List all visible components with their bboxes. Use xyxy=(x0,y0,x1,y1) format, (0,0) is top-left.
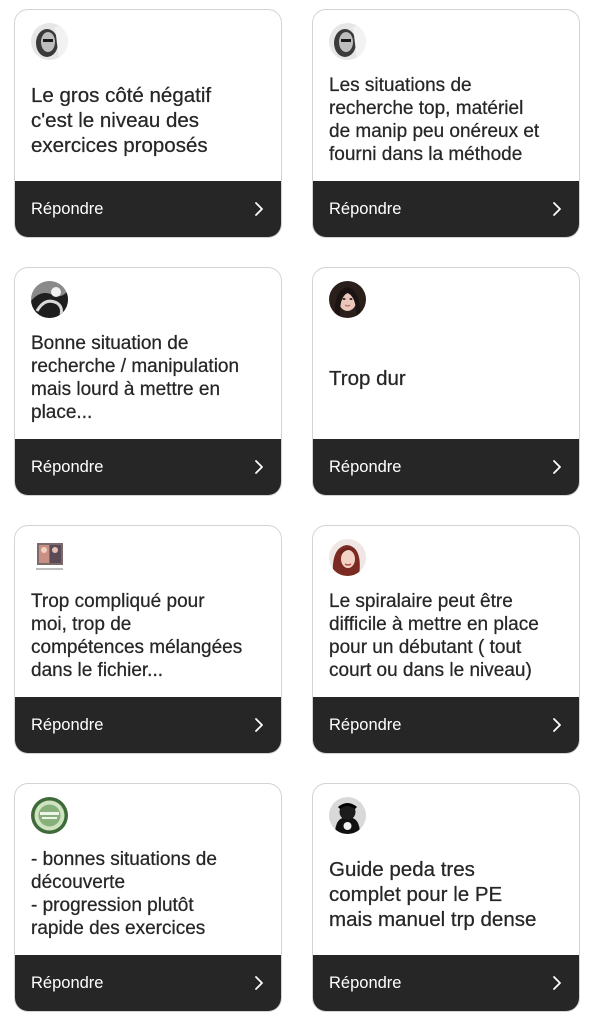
answer-card-body: Guide peda tres complet pour le PE mais … xyxy=(313,784,579,956)
reply-label: Répondre xyxy=(31,973,104,992)
reply-button[interactable]: Répondre xyxy=(313,697,579,753)
answer-card: Trop dur Répondre xyxy=(312,267,580,496)
chevron-right-icon xyxy=(255,460,263,474)
reply-button[interactable]: Répondre xyxy=(15,955,281,1011)
answer-card-body: Bonne situation de recherche / manipulat… xyxy=(15,268,281,440)
reply-label: Répondre xyxy=(329,199,402,218)
chevron-right-icon xyxy=(553,976,561,990)
avatar[interactable] xyxy=(329,539,366,576)
answer-card-body: Trop compliqué pour moi, trop de compéte… xyxy=(15,526,281,698)
reply-button[interactable]: Répondre xyxy=(313,955,579,1011)
avatar[interactable] xyxy=(31,281,68,318)
answer-card: Le gros côté négatif c'est le niveau des… xyxy=(14,9,282,238)
avatar[interactable] xyxy=(329,23,366,60)
reply-button[interactable]: Répondre xyxy=(15,697,281,753)
reply-button[interactable]: Répondre xyxy=(15,439,281,495)
answers-grid: Le gros côté négatif c'est le niveau des… xyxy=(14,9,580,1012)
chevron-right-icon xyxy=(553,718,561,732)
answer-text: Trop dur xyxy=(329,366,406,390)
answer-card: Bonne situation de recherche / manipulat… xyxy=(14,267,282,496)
avatar[interactable] xyxy=(329,281,366,318)
answer-text: Le gros côté négatif c'est le niveau des… xyxy=(31,83,212,157)
reply-label: Répondre xyxy=(31,457,104,476)
answer-card-body: Trop dur xyxy=(313,268,579,440)
answer-card: Guide peda tres complet pour le PE mais … xyxy=(312,783,580,1012)
avatar[interactable] xyxy=(329,797,366,834)
answer-card: Les situations de recherche top, matérie… xyxy=(312,9,580,238)
chevron-right-icon xyxy=(255,976,263,990)
reply-label: Répondre xyxy=(31,199,104,218)
answer-card: Le spiralaire peut être difficile à mett… xyxy=(312,525,580,754)
answer-text: Guide peda tres complet pour le PE mais … xyxy=(329,857,537,931)
chevron-right-icon xyxy=(553,460,561,474)
answer-text: Les situations de recherche top, matérie… xyxy=(329,75,540,165)
answer-card: Trop compliqué pour moi, trop de compéte… xyxy=(14,525,282,754)
answer-text: Bonne situation de recherche / manipulat… xyxy=(31,333,240,423)
answer-card-body: Le spiralaire peut être difficile à mett… xyxy=(313,526,579,698)
reply-label: Répondre xyxy=(31,715,104,734)
reply-button[interactable]: Répondre xyxy=(15,181,281,237)
avatar[interactable] xyxy=(31,539,68,576)
chevron-right-icon xyxy=(553,202,561,216)
answer-card-body: Les situations de recherche top, matérie… xyxy=(313,10,579,182)
reply-label: Répondre xyxy=(329,973,402,992)
reply-button[interactable]: Répondre xyxy=(313,181,579,237)
avatar[interactable] xyxy=(31,797,68,834)
answer-text: - bonnes situations de découverte - prog… xyxy=(31,849,217,939)
answer-card-body: Le gros côté négatif c'est le niveau des… xyxy=(15,10,281,182)
reply-button[interactable]: Répondre xyxy=(313,439,579,495)
answer-text: Le spiralaire peut être difficile à mett… xyxy=(329,591,539,681)
reply-label: Répondre xyxy=(329,715,402,734)
chevron-right-icon xyxy=(255,718,263,732)
answer-text: Trop compliqué pour moi, trop de compéte… xyxy=(31,591,243,681)
answer-card: - bonnes situations de découverte - prog… xyxy=(14,783,282,1012)
chevron-right-icon xyxy=(255,202,263,216)
avatar[interactable] xyxy=(31,23,68,60)
answer-card-body: - bonnes situations de découverte - prog… xyxy=(15,784,281,956)
reply-label: Répondre xyxy=(329,457,402,476)
